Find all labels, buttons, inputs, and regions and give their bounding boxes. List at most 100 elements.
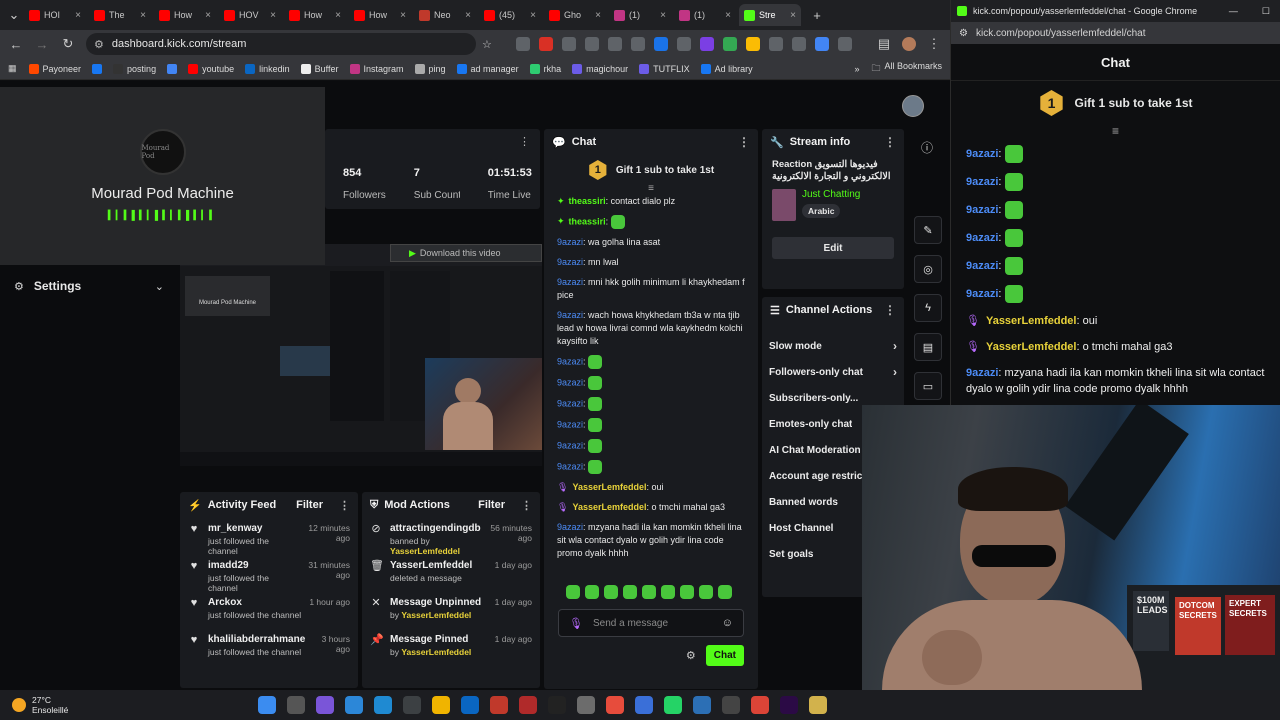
copilot-icon[interactable] — [316, 696, 334, 714]
edit-stream-button[interactable]: Edit — [772, 237, 894, 259]
whatsapp-icon[interactable] — [664, 696, 682, 714]
channel-actions-menu-icon[interactable]: ⋮ — [884, 303, 896, 317]
task-view-icon[interactable] — [287, 696, 305, 714]
tab[interactable]: How × — [154, 4, 216, 26]
popout-username[interactable]: 9azazi — [966, 288, 998, 300]
activity-username[interactable]: mr_kenway — [208, 523, 292, 534]
chat-username[interactable]: 9azazi — [557, 356, 583, 366]
close-tab-icon[interactable]: × — [530, 10, 536, 21]
emote-icon[interactable] — [585, 585, 599, 599]
stream-preview[interactable]: ▶ Download this video Mourad Pod Machine — [180, 244, 542, 466]
emote-icon[interactable] — [718, 585, 732, 599]
windows-start-icon[interactable] — [258, 696, 276, 714]
send-chat-button[interactable]: Chat — [705, 645, 744, 666]
download-video-button[interactable]: ▶ Download this video — [390, 244, 542, 262]
file-explorer-icon[interactable] — [432, 696, 450, 714]
bookmark-item[interactable]: Instagram — [349, 63, 404, 74]
pencil-icon[interactable]: ✎ — [914, 216, 942, 244]
all-bookmarks-link[interactable]: 🗀 All Bookmarks — [871, 61, 942, 77]
close-tab-icon[interactable]: × — [140, 10, 146, 21]
chat-username[interactable]: 9azazi — [557, 237, 583, 247]
mod-action-title[interactable]: Message Pinned — [390, 634, 471, 645]
maximize-icon[interactable]: ☐ — [1262, 6, 1270, 17]
mini-player-overlay[interactable]: Mourad Pod Mourad Pod Machine ▍▎▍▌▍▎▌▍▎▍… — [0, 87, 325, 265]
bookmark-item[interactable] — [92, 63, 103, 74]
chat-username[interactable]: 9azazi — [557, 277, 583, 287]
app-icon[interactable] — [374, 696, 392, 714]
chat-username[interactable]: 9azazi — [557, 310, 583, 320]
extension-icon[interactable] — [814, 37, 829, 51]
app-icon[interactable] — [635, 696, 653, 714]
bookmark-item[interactable]: Payoneer — [28, 63, 81, 74]
chat-menu-icon[interactable]: ⋮ — [738, 135, 750, 149]
app-icon[interactable] — [809, 696, 827, 714]
tab[interactable]: The × — [89, 4, 151, 26]
chat-username[interactable]: theassiri — [569, 216, 606, 226]
extension-icon[interactable] — [538, 37, 553, 51]
mod-action-by[interactable]: YasserLemfeddel — [401, 610, 471, 620]
close-tab-icon[interactable]: × — [465, 10, 471, 21]
tiktok-icon[interactable] — [548, 696, 566, 714]
forward-icon[interactable]: → — [34, 37, 50, 52]
chat-settings-gear-icon[interactable]: ⚙ — [686, 649, 696, 662]
browser-menu-icon[interactable]: ⋮ — [926, 36, 942, 52]
app-icon[interactable] — [403, 696, 421, 714]
bookmark-item[interactable]: youtube — [188, 63, 234, 74]
site-settings-icon[interactable]: ⚙ — [959, 28, 968, 39]
close-tab-icon[interactable]: × — [660, 10, 666, 21]
emote-icon[interactable] — [699, 585, 713, 599]
mod-menu-icon[interactable]: ⋮ — [521, 499, 532, 512]
minimize-icon[interactable]: — — [1229, 6, 1238, 16]
category-label[interactable]: Just Chatting — [802, 189, 860, 200]
bookmark-item[interactable]: posting — [113, 63, 156, 74]
chat-username[interactable]: 9azazi — [557, 461, 583, 471]
channel-action-item[interactable]: Slow mode › — [762, 333, 904, 359]
emote-icon[interactable] — [623, 585, 637, 599]
mod-action-by[interactable]: YasserLemfeddel — [401, 647, 471, 657]
mod-action-title[interactable]: attractingendingdb — [390, 523, 481, 534]
channel-action-item[interactable]: Followers-only chat › — [762, 359, 904, 385]
screenshot-icon[interactable]: ◎ — [914, 255, 942, 283]
emote-icon[interactable] — [642, 585, 656, 599]
bookmark-item[interactable]: ad manager — [456, 63, 519, 74]
app-icon[interactable] — [606, 696, 624, 714]
close-tab-icon[interactable]: × — [75, 10, 81, 21]
collapse-pinned-icon[interactable]: ≡ — [544, 184, 758, 195]
mod-action-title[interactable]: YasserLemfeddel — [390, 560, 472, 571]
weather-widget[interactable]: 27°C Ensoleillé — [0, 695, 200, 715]
popout-username[interactable]: 9azazi — [966, 260, 998, 272]
more-bookmarks-icon[interactable]: » — [854, 64, 859, 74]
chat-username[interactable]: 9azazi — [557, 522, 583, 532]
tab[interactable]: Stre × — [739, 4, 801, 26]
mod-action-by[interactable]: YasserLemfeddel — [390, 546, 460, 556]
app-icon[interactable] — [577, 696, 595, 714]
user-avatar[interactable] — [902, 95, 924, 117]
extension-icon[interactable] — [630, 37, 645, 51]
info-icon[interactable]: ⓘ — [921, 139, 933, 156]
tab[interactable]: Gho × — [544, 4, 606, 26]
new-tab-icon[interactable]: + — [809, 8, 825, 23]
chrome-icon[interactable] — [751, 696, 769, 714]
gift-sub-banner[interactable]: 1 Gift 1 sub to take 1st — [544, 155, 758, 185]
tab-search-icon[interactable]: ⌄ — [6, 7, 22, 23]
popout-username[interactable]: 9azazi — [966, 232, 998, 244]
popout-username[interactable]: 9azazi — [966, 367, 998, 379]
extension-icon[interactable] — [768, 37, 783, 51]
extension-icon[interactable] — [584, 37, 599, 51]
bookmark-item[interactable]: Buffer — [300, 63, 339, 74]
close-tab-icon[interactable]: × — [400, 10, 406, 21]
extension-icon[interactable] — [699, 37, 714, 51]
bookmark-item[interactable]: ping — [414, 63, 446, 74]
url-bar[interactable]: ⚙ dashboard.kick.com/stream — [86, 33, 476, 55]
close-tab-icon[interactable]: × — [335, 10, 341, 21]
close-tab-icon[interactable]: × — [595, 10, 601, 21]
close-tab-icon[interactable]: × — [270, 10, 276, 21]
chat-username[interactable]: 9azazi — [557, 377, 583, 387]
tab[interactable]: How × — [284, 4, 346, 26]
activity-menu-icon[interactable]: ⋮ — [339, 499, 350, 512]
tab[interactable]: How × — [349, 4, 411, 26]
popout-username[interactable]: YasserLemfeddel — [986, 315, 1077, 327]
bolt-tool-icon[interactable]: ϟ — [914, 294, 942, 322]
popout-collapse-icon[interactable]: ≡ — [951, 125, 1280, 141]
mic-icon[interactable]: 🎙 — [569, 617, 583, 630]
